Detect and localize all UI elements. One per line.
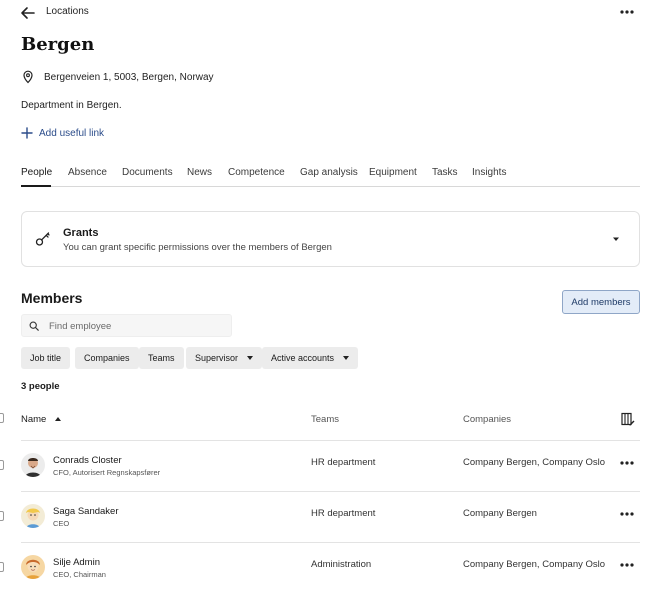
person-companies: Company Bergen, Company Oslo — [463, 559, 606, 570]
avatar — [21, 555, 45, 579]
person-title: CEO — [53, 519, 70, 528]
row-checkbox[interactable] — [0, 460, 4, 470]
person-companies: Company Bergen — [463, 508, 537, 519]
person-title: CFO, Autorisert Regnskapsfører — [53, 468, 161, 477]
avatar — [21, 504, 45, 528]
row-more-options-icon[interactable] — [617, 455, 637, 471]
person-companies: Company Bergen, Company Oslo — [463, 457, 606, 468]
grants-panel[interactable]: Grants You can grant specific permission… — [21, 211, 640, 267]
location-description: Department in Bergen. — [21, 100, 122, 111]
tab-gap-analysis[interactable]: Gap analysis — [300, 167, 358, 178]
breadcrumb[interactable]: Locations — [46, 6, 89, 17]
row-more-options-icon[interactable] — [617, 557, 637, 573]
tab-absence[interactable]: Absence — [68, 167, 107, 178]
page-title: Bergen — [21, 34, 95, 55]
grants-title: Grants — [63, 227, 99, 239]
tab-documents[interactable]: Documents — [122, 167, 173, 178]
filter-active-accounts[interactable]: Active accounts — [262, 347, 359, 369]
tab-insights[interactable]: Insights — [472, 167, 506, 178]
search-icon — [29, 321, 39, 331]
column-header-teams[interactable]: Teams — [311, 414, 339, 425]
avatar — [21, 453, 45, 477]
filter-companies[interactable]: Companies — [75, 347, 139, 369]
filter-label: Active accounts — [271, 353, 335, 363]
person-title: CEO, Chairman — [53, 570, 106, 579]
sort-ascending-icon[interactable] — [55, 417, 61, 421]
location-pin-icon — [22, 70, 34, 84]
tab-equipment[interactable]: Equipment — [369, 167, 417, 178]
filter-supervisor[interactable]: Supervisor — [186, 347, 263, 369]
tab-people[interactable]: People — [21, 167, 52, 178]
filter-label: Teams — [148, 353, 175, 363]
tab-competence[interactable]: Competence — [228, 167, 285, 178]
table-row[interactable]: Conrads Closter CFO, Autorisert Regnskap… — [0, 441, 670, 492]
caret-down-icon — [247, 356, 254, 360]
person-name[interactable]: Conrads Closter — [53, 455, 122, 466]
row-checkbox[interactable] — [0, 562, 4, 572]
row-more-options-icon[interactable] — [617, 506, 637, 522]
column-header-companies[interactable]: Companies — [463, 414, 511, 425]
search-box[interactable] — [21, 314, 232, 337]
members-heading: Members — [21, 290, 83, 306]
search-input[interactable] — [49, 318, 227, 334]
table-row[interactable]: Silje Admin CEO, Chairman Administration… — [0, 543, 670, 591]
person-team: HR department — [311, 457, 376, 468]
add-useful-link[interactable]: Add useful link — [39, 128, 104, 139]
more-options-icon[interactable] — [617, 4, 637, 20]
filter-job-title[interactable]: Job title — [21, 347, 71, 369]
back-arrow-icon[interactable] — [18, 4, 38, 22]
filter-label: Companies — [84, 353, 130, 363]
plus-icon[interactable] — [21, 127, 33, 139]
person-team: HR department — [311, 508, 376, 519]
person-name[interactable]: Saga Sandaker — [53, 506, 119, 517]
tab-news[interactable]: News — [187, 167, 212, 178]
key-icon — [35, 231, 51, 247]
tab-tasks[interactable]: Tasks — [432, 167, 458, 178]
caret-down-icon — [343, 356, 350, 360]
people-count: 3 people — [21, 381, 60, 392]
chevron-down-icon[interactable] — [611, 234, 621, 244]
person-name[interactable]: Silje Admin — [53, 557, 100, 568]
filter-teams[interactable]: Teams — [139, 347, 184, 369]
filter-label: Job title — [30, 353, 62, 363]
grants-subtitle: You can grant specific permissions over … — [63, 242, 332, 253]
add-members-button[interactable]: Add members — [562, 290, 640, 314]
active-tab-indicator — [21, 185, 51, 187]
filter-label: Supervisor — [195, 353, 239, 363]
edit-columns-icon[interactable] — [621, 412, 635, 426]
table-row[interactable]: Saga Sandaker CEO HR department Company … — [0, 492, 670, 543]
location-address: Bergenveien 1, 5003, Bergen, Norway — [44, 72, 214, 83]
row-checkbox[interactable] — [0, 511, 4, 521]
column-header-name[interactable]: Name — [21, 414, 46, 425]
select-all-checkbox[interactable] — [0, 413, 4, 423]
person-team: Administration — [311, 559, 372, 570]
tabs-divider — [21, 186, 640, 187]
